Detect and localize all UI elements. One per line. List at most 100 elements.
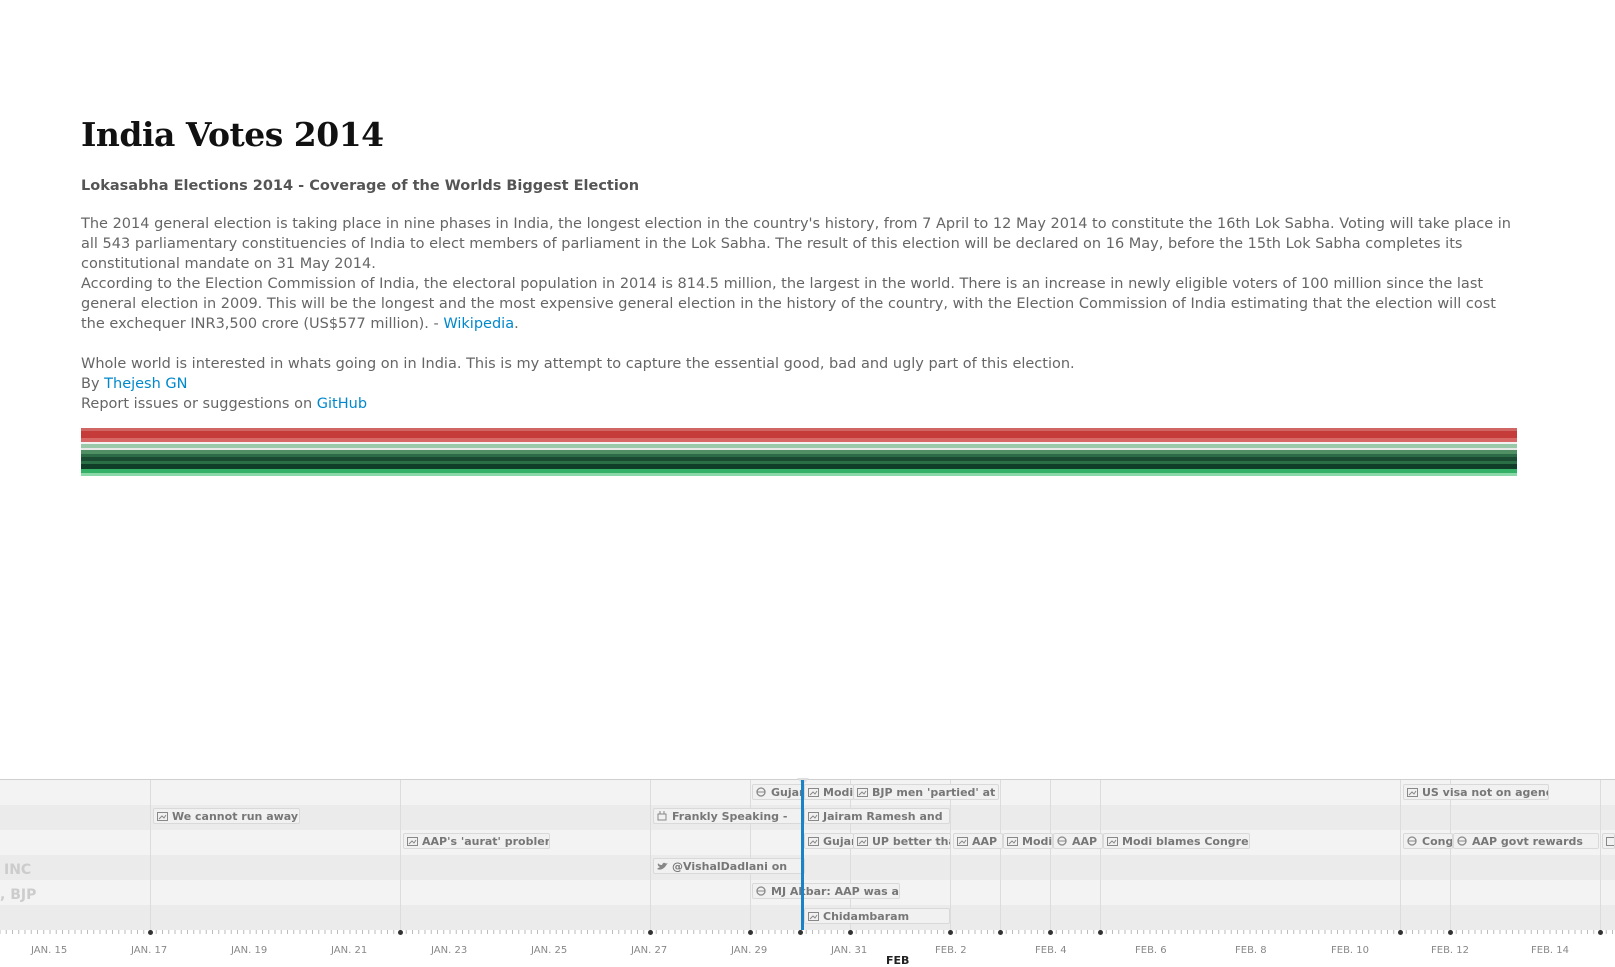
web-icon [756, 885, 767, 894]
axis-dot [1048, 930, 1053, 935]
timeline-row [0, 855, 1615, 880]
image-icon [1606, 835, 1615, 844]
axis-dot [798, 930, 803, 935]
axis-label: JAN. 29 [731, 945, 767, 956]
axis-label: FEB. 2 [935, 945, 967, 956]
image-icon [808, 810, 819, 819]
axis-label: JAN. 19 [231, 945, 267, 956]
timeline-event[interactable]: US visa not on agenda [1403, 784, 1549, 800]
axis-dot [998, 930, 1003, 935]
axis-dot [148, 930, 153, 935]
image-icon [957, 835, 968, 844]
axis-label: FEB. 14 [1531, 945, 1569, 956]
grid-line [1100, 780, 1101, 930]
axis-label: JAN. 25 [531, 945, 567, 956]
current-time-marker[interactable] [801, 780, 804, 933]
axis-ticks [0, 930, 1615, 936]
web-icon [1057, 835, 1068, 844]
axis-dot [1598, 930, 1603, 935]
stripe [81, 473, 1517, 476]
image-icon [157, 810, 168, 819]
github-link[interactable]: GitHub [317, 396, 367, 412]
axis-label: JAN. 31 [831, 945, 867, 956]
grid-line [1600, 780, 1601, 930]
axis-label: FEB. 4 [1035, 945, 1067, 956]
axis-dot [1398, 930, 1403, 935]
timeline-event[interactable]: Frankly Speaking - [653, 808, 805, 824]
image-icon [407, 835, 418, 844]
axis-dot [398, 930, 403, 935]
wikipedia-link[interactable]: Wikipedia [443, 316, 514, 332]
author-line: By Thejesh GN [81, 374, 1517, 394]
image-icon [857, 835, 868, 844]
web-icon [756, 786, 767, 795]
axis-label: JAN. 23 [431, 945, 467, 956]
timeline-event[interactable]: Chidambaram [804, 908, 950, 924]
report-line: Report issues or suggestions on GitHub [81, 394, 1517, 414]
timeline-event[interactable]: Modi blames Congress [1103, 833, 1250, 849]
image-icon [808, 910, 819, 919]
timeline-event[interactable]: Modi [804, 784, 854, 800]
axis-dot [748, 930, 753, 935]
grid-line [1000, 780, 1001, 930]
youtube-icon [657, 810, 668, 819]
stripe [81, 431, 1517, 438]
group-label-inc: INC [4, 862, 31, 878]
image-icon [808, 835, 819, 844]
timeline-event[interactable]: Modi [1003, 833, 1053, 849]
axis-dot [848, 930, 853, 935]
grid-line [750, 780, 751, 930]
group-label-bjp: , BJP [0, 887, 36, 903]
timeline-event[interactable] [1602, 833, 1615, 849]
axis-label: JAN. 15 [31, 945, 67, 956]
axis-label: FEB. 12 [1431, 945, 1469, 956]
image-icon [808, 786, 819, 795]
grid-line [1450, 780, 1451, 930]
intro-paragraph-1: The 2014 general election is taking plac… [81, 214, 1517, 274]
grid-line [650, 780, 651, 930]
timeline-axis[interactable]: JAN. 15 JAN. 17 JAN. 19 JAN. 21 JAN. 23 … [0, 930, 1615, 962]
axis-dot [948, 930, 953, 935]
intro-section: India Votes 2014 Lokasabha Elections 201… [81, 112, 1517, 414]
axis-dot [1448, 930, 1453, 935]
image-icon [1007, 835, 1018, 844]
timeline-event[interactable]: AAP [1053, 833, 1103, 849]
timeline-event[interactable]: Jairam Ramesh and [804, 808, 950, 824]
intro-paragraph-3: Whole world is interested in whats going… [81, 354, 1517, 374]
timeline-event[interactable]: AAP [953, 833, 1003, 849]
axis-dot [1098, 930, 1103, 935]
timeline-event[interactable]: BJP men 'partied' at [853, 784, 999, 800]
timeline-panel[interactable]: INC , BJP Gujar Modi BJP men 'partied' a… [0, 779, 1615, 962]
image-icon [857, 786, 868, 795]
axis-label: FEB. 8 [1235, 945, 1267, 956]
axis-label: FEB. 10 [1331, 945, 1369, 956]
grid-line [1050, 780, 1051, 930]
timeline-event[interactable]: MJ Akbar: AAP was a [752, 883, 900, 899]
image-icon [1407, 786, 1418, 795]
timeline-event[interactable]: Gujar [752, 784, 807, 800]
timeline-event[interactable]: AAP's 'aurat' problem: [403, 833, 550, 849]
web-icon [1407, 835, 1418, 844]
timeline-event[interactable]: UP better tha [853, 833, 951, 849]
timeline-event[interactable]: We cannot run away [153, 808, 300, 824]
axis-label: JAN. 21 [331, 945, 367, 956]
author-link[interactable]: Thejesh GN [104, 376, 187, 392]
axis-label: JAN. 17 [131, 945, 167, 956]
grid-line [1400, 780, 1401, 930]
grid-line [950, 780, 951, 930]
timeline-event[interactable]: @VishalDadlani on [653, 858, 805, 874]
image-icon [1107, 835, 1118, 844]
axis-dot [648, 930, 653, 935]
twitter-icon [657, 860, 668, 869]
color-stripe-banner [81, 428, 1517, 478]
page-title: India Votes 2014 [81, 112, 1517, 158]
timeline-event[interactable]: AAP govt rewards [1453, 833, 1599, 849]
grid-line [150, 780, 151, 930]
timeline-event[interactable]: Gujar [804, 833, 854, 849]
grid-line [400, 780, 401, 930]
page-subtitle: Lokasabha Elections 2014 - Coverage of t… [81, 178, 1517, 194]
web-icon [1457, 835, 1468, 844]
intro-paragraph-2: According to the Election Commission of … [81, 274, 1517, 334]
axis-label: JAN. 27 [631, 945, 667, 956]
timeline-event[interactable]: Cong [1403, 833, 1453, 849]
